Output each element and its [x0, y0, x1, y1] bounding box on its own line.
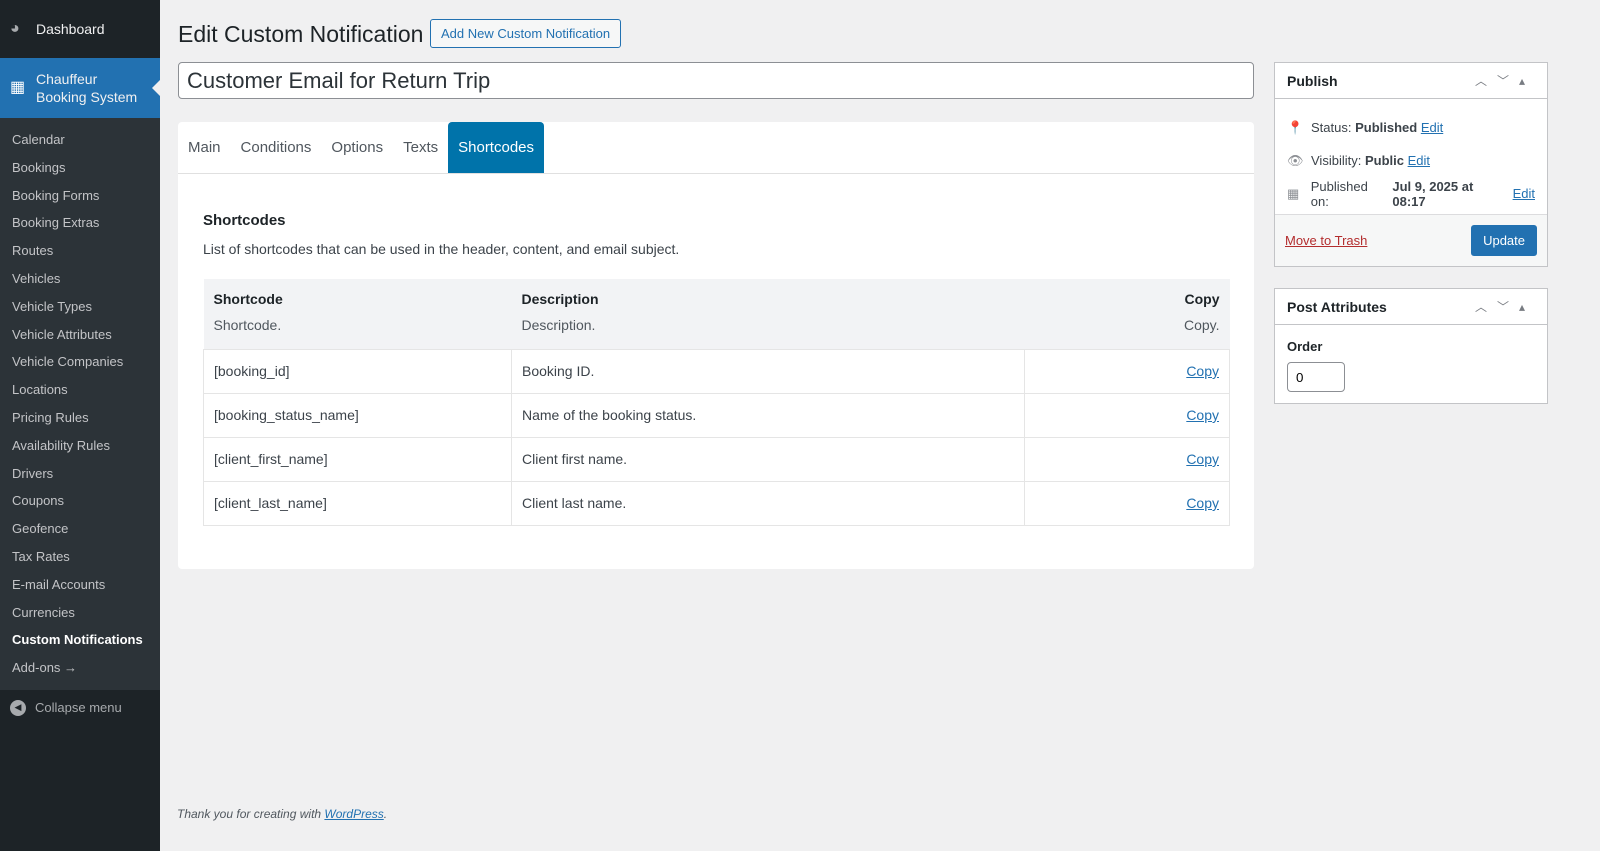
submenu-item[interactable]: Custom Notifications [0, 626, 160, 654]
shortcode-cell: [client_first_name] [203, 436, 512, 482]
status-row: 📍 Status: Published Edit [1287, 119, 1444, 136]
submenu-item[interactable]: Bookings [0, 154, 160, 182]
dashboard-icon: ◕ [10, 20, 20, 37]
copy-cell: Copy [1024, 436, 1230, 482]
description-cell: Name of the booking status. [511, 392, 1025, 438]
submenu-item[interactable]: Availability Rules [0, 432, 160, 460]
submenu-item[interactable]: Calendar [0, 126, 160, 154]
table-row: [client_first_name] Client first name. Cop… [203, 436, 1230, 482]
submenu-item[interactable]: Pricing Rules [0, 404, 160, 432]
box-title: Post Attributes [1287, 298, 1387, 315]
published-row: ▦ Published on: Jul 9, 2025 at 08:17 Edit [1287, 178, 1535, 209]
post-attributes-box: Post Attributes ︿﹀▴ Order [1274, 288, 1548, 404]
submenu-item[interactable]: Vehicle Attributes [0, 321, 160, 349]
description-cell: Booking ID. [511, 348, 1025, 394]
submenu-item[interactable]: Booking Forms [0, 182, 160, 210]
submenu-item[interactable]: Vehicle Types [0, 293, 160, 321]
menu-chauffeur-booking-system[interactable]: ▦ Chauffeur Booking System [0, 58, 160, 118]
submenu-item[interactable]: Drivers [0, 460, 160, 488]
table-row: [booking_id] Booking ID. Copy [203, 348, 1230, 394]
move-to-trash-link[interactable]: Move to Trash [1285, 233, 1367, 248]
edit-status-link[interactable]: Edit [1421, 120, 1443, 135]
publish-box: Publish ︿﹀▴ 📍 Status: Published Edit 👁 Visi… [1274, 62, 1548, 267]
submenu-item[interactable]: Currencies [0, 599, 160, 627]
tab-options[interactable]: Options [321, 122, 393, 173]
description-cell: Client first name. [511, 436, 1025, 482]
copy-cell: Copy [1024, 480, 1230, 526]
copy-link[interactable]: Copy [1186, 407, 1219, 423]
submenu-item[interactable]: Tax Rates [0, 543, 160, 571]
box-title: Publish [1287, 72, 1338, 89]
menu-label: Dashboard [36, 21, 105, 37]
column-shortcode: Shortcode Shortcode. [203, 279, 512, 349]
shortcode-cell: [booking_id] [203, 348, 512, 394]
add-new-button[interactable]: Add New Custom Notification [430, 19, 622, 48]
wordpress-link[interactable]: WordPress [324, 807, 383, 821]
pin-icon: 📍 [1287, 119, 1304, 135]
calendar-icon: ▦ [10, 79, 26, 96]
update-button[interactable]: Update [1471, 225, 1537, 256]
shortcode-cell: [booking_status_name] [203, 392, 512, 438]
tab-texts[interactable]: Texts [393, 122, 448, 173]
edit-date-link[interactable]: Edit [1513, 186, 1535, 201]
column-copy: Copy Copy. [1024, 279, 1230, 349]
visibility-row: 👁 Visibility: Public Edit [1287, 152, 1431, 169]
submenu-item[interactable]: Locations [0, 376, 160, 404]
table-row: [client_last_name] Client last name. Copy [203, 480, 1230, 526]
order-label: Order [1287, 339, 1323, 354]
menu-label: Chauffeur Booking System [36, 71, 138, 105]
copy-link[interactable]: Copy [1186, 451, 1219, 467]
admin-sidebar: ◕ Dashboard ▦ Chauffeur Booking System Cal… [0, 0, 160, 851]
submenu-item[interactable]: Vehicle Companies [0, 348, 160, 376]
submenu-item[interactable]: E-mail Accounts [0, 571, 160, 599]
submenu-item[interactable]: Geofence [0, 515, 160, 543]
order-input[interactable] [1287, 362, 1345, 392]
copy-cell: Copy [1024, 392, 1230, 438]
eye-icon: 👁 [1287, 152, 1304, 168]
collapse-label: Collapse menu [35, 700, 122, 716]
notification-panel: Main Conditions Options Texts Shortcodes Sho… [178, 122, 1254, 569]
tab-bar: Main Conditions Options Texts Shortcodes [178, 122, 1254, 174]
menu-dashboard[interactable]: ◕ Dashboard [0, 0, 160, 58]
calendar-icon: ▦ [1287, 185, 1300, 201]
collapse-icon: ◀ [10, 699, 26, 716]
copy-cell: Copy [1024, 348, 1230, 394]
submenu-item[interactable]: Routes [0, 237, 160, 265]
submenu-item[interactable]: Add-ons → [0, 654, 160, 682]
page-title: Edit Custom Notification [178, 21, 424, 47]
description-cell: Client last name. [511, 480, 1025, 526]
table-row: [booking_status_name] Name of the booking… [203, 392, 1230, 438]
submenu: Calendar Bookings Booking Forms Booking Ext… [0, 118, 160, 690]
copy-link[interactable]: Copy [1186, 363, 1219, 379]
section-heading: Shortcodes [203, 212, 286, 229]
collapse-menu-button[interactable]: ◀ Collapse menu [0, 690, 160, 726]
edit-visibility-link[interactable]: Edit [1408, 153, 1430, 168]
column-description: Description Description. [511, 279, 1025, 349]
submenu-item[interactable]: Vehicles [0, 265, 160, 293]
post-title-input[interactable] [178, 62, 1254, 99]
box-controls-icon[interactable]: ︿﹀▴ [1475, 72, 1535, 89]
submenu-item[interactable]: Booking Extras [0, 209, 160, 237]
box-controls-icon[interactable]: ︿﹀▴ [1475, 298, 1535, 315]
tab-conditions[interactable]: Conditions [231, 122, 322, 173]
tab-shortcodes[interactable]: Shortcodes [448, 122, 545, 173]
tab-main[interactable]: Main [178, 122, 231, 173]
shortcodes-table: Shortcode Shortcode. Description Descripti… [203, 279, 1230, 526]
section-description: List of shortcodes that can be used in t… [203, 241, 680, 257]
copy-link[interactable]: Copy [1186, 495, 1219, 511]
shortcode-cell: [client_last_name] [203, 480, 512, 526]
submenu-item[interactable]: Coupons [0, 487, 160, 515]
footer: Thank you for creating with WordPress. [177, 807, 388, 821]
